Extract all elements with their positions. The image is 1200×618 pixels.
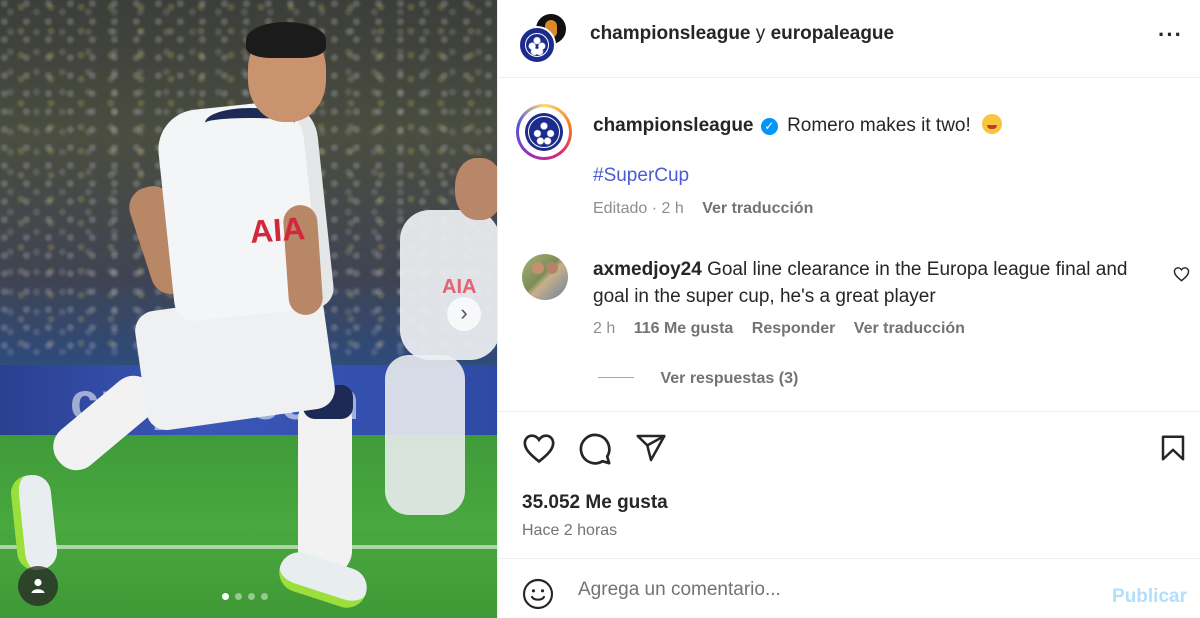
- player-right-leg: [298, 395, 352, 575]
- emoji-picker-button[interactable]: [522, 578, 554, 615]
- header-username-europaleague[interactable]: europaleague: [771, 23, 895, 44]
- comment-username[interactable]: axmedjoy24: [593, 259, 702, 280]
- like-button[interactable]: [522, 432, 556, 469]
- post-header: championsleague y europaleague ···: [498, 0, 1200, 78]
- publish-button[interactable]: Publicar: [1112, 586, 1187, 608]
- comment-avatar[interactable]: [522, 254, 568, 300]
- post-side-panel: championsleague y europaleague ··· champ…: [497, 0, 1200, 618]
- ucl-starball-icon: [528, 116, 560, 148]
- comment-button[interactable]: [578, 432, 612, 471]
- comment-time[interactable]: 2 h: [593, 320, 615, 337]
- caption-text: Romero makes it two!: [787, 115, 971, 136]
- post-media[interactable]: crypto.com AIA AIA ›: [0, 0, 497, 618]
- header-username-championsleague[interactable]: championsleague: [590, 23, 751, 44]
- player-sponsor: AIA: [248, 210, 307, 250]
- championsleague-avatar[interactable]: [518, 26, 556, 64]
- carousel-next-button[interactable]: ›: [447, 297, 481, 331]
- posted-time[interactable]: Hace 2 horas: [522, 522, 617, 540]
- tagged-users-button[interactable]: [18, 566, 58, 606]
- pitch-line: [0, 545, 497, 549]
- more-horizontal-icon: ···: [1158, 22, 1183, 47]
- chevron-right-icon: ›: [460, 300, 468, 325]
- meta-dot: ·: [651, 200, 658, 217]
- heart-icon: [523, 434, 555, 464]
- carousel-dot: [261, 593, 268, 600]
- more-options-button[interactable]: ···: [1158, 22, 1183, 48]
- ucl-starball-icon: [525, 33, 549, 57]
- comment-likes[interactable]: 116 Me gusta: [634, 320, 734, 337]
- collab-avatars[interactable]: [518, 12, 570, 64]
- verified-badge-icon: ✓: [760, 118, 778, 135]
- caption-username[interactable]: championsleague: [593, 115, 754, 136]
- paper-plane-icon: [636, 434, 666, 462]
- player-hair: [246, 22, 326, 58]
- bookmark-icon: [1161, 435, 1185, 461]
- comment-meta: 2 h 116 Me gusta Responder Ver traducció…: [593, 320, 979, 338]
- caption-avatar[interactable]: [516, 104, 572, 160]
- smiley-icon: [522, 578, 554, 610]
- post-actions: 35.052 Me gusta Hace 2 horas: [498, 411, 1200, 559]
- header-joiner: y: [755, 23, 766, 44]
- caption-line: championsleague ✓ Romero makes it two!: [593, 114, 1003, 137]
- avatar-ring-inner: [519, 107, 569, 157]
- comment-body: axmedjoy24 Goal line clearance in the Eu…: [593, 256, 1153, 310]
- championsleague-avatar-image: [525, 113, 563, 151]
- replies-divider: [598, 377, 634, 378]
- add-comment-bar: Publicar: [498, 560, 1200, 618]
- share-button[interactable]: [634, 432, 668, 469]
- caption-time[interactable]: 2 h: [662, 200, 684, 217]
- carousel-dot: [222, 593, 229, 600]
- likes-count[interactable]: 35.052 Me gusta: [522, 492, 668, 514]
- comment-input[interactable]: [578, 574, 1098, 606]
- carousel-dot: [235, 593, 242, 600]
- carousel-dots: [222, 593, 268, 600]
- caption-meta: Editado · 2 h Ver traducción: [593, 200, 813, 218]
- second-player-head: [455, 158, 497, 220]
- comment-bubble-icon: [579, 433, 611, 465]
- view-replies-button[interactable]: Ver respuestas (3): [598, 370, 798, 388]
- user-tag-icon: [31, 578, 45, 593]
- comment-translate-link[interactable]: Ver traducción: [854, 320, 965, 337]
- carousel-dot: [248, 593, 255, 600]
- hashtag-link[interactable]: #SuperCup: [593, 165, 689, 187]
- second-player-legs: [385, 355, 465, 515]
- collab-title: championsleague y europaleague: [590, 23, 894, 45]
- emoji-icon: [982, 114, 1003, 134]
- second-player-sponsor: AIA: [442, 276, 477, 298]
- reply-button[interactable]: Responder: [752, 320, 836, 337]
- comment-like-button[interactable]: [1173, 266, 1190, 287]
- save-button[interactable]: [1158, 432, 1188, 469]
- edited-label: Editado: [593, 200, 648, 217]
- caption-translate-link[interactable]: Ver traducción: [702, 200, 813, 217]
- view-replies-label: Ver respuestas (3): [660, 370, 799, 387]
- heart-icon: [1173, 267, 1190, 282]
